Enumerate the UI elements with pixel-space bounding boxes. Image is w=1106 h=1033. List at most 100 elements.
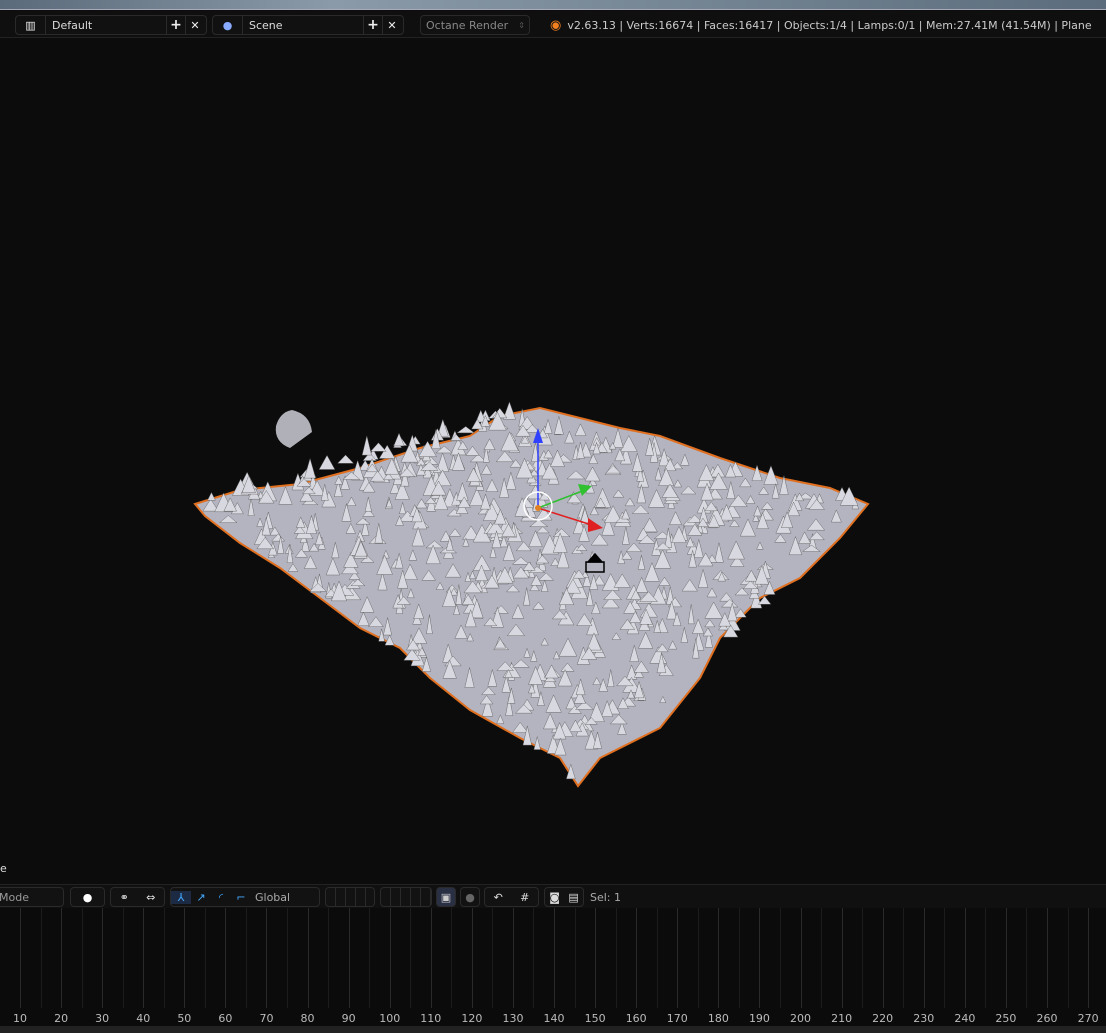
timeline-tick-label: 60 (218, 1012, 233, 1025)
timeline-tick-label: 270 (1077, 1012, 1099, 1025)
layout-icon[interactable]: ▥ (16, 16, 46, 34)
render-group[interactable]: ◙ ▤ (544, 887, 584, 907)
dropdown-arrows-icon: ⇕ (518, 20, 525, 30)
timeline-tick-label: 30 (95, 1012, 110, 1025)
timeline-tick-label: 210 (831, 1012, 853, 1025)
timeline-tick-label: 160 (625, 1012, 647, 1025)
timeline-subtick (903, 908, 905, 1008)
scene-selector[interactable]: ● Scene + ✕ (212, 15, 404, 35)
3d-viewport[interactable]: e (0, 38, 1106, 884)
timeline-subtick (286, 908, 288, 1008)
timeline-subtick (738, 908, 740, 1008)
timeline-tick (266, 908, 268, 1008)
orientation-dropdown[interactable]: Global (255, 891, 290, 904)
timeline-tick (841, 908, 843, 1008)
timeline-tick (595, 908, 597, 1008)
layers-group-1[interactable] (325, 887, 375, 907)
proportional-edit-icon[interactable]: ● (460, 887, 480, 907)
mesh-spike (456, 426, 475, 434)
timeline-tick (800, 908, 802, 1008)
timeline-tick-label: 150 (584, 1012, 606, 1025)
timeline-tick-label: 70 (259, 1012, 274, 1025)
layers-group-2[interactable] (380, 887, 432, 907)
timeline-tick (677, 908, 679, 1008)
pivot-icon: ⚭ (119, 890, 129, 904)
delete-scene-button[interactable]: ✕ (383, 16, 401, 34)
timeline-tick-label: 100 (379, 1012, 401, 1025)
timeline-tick (1088, 908, 1090, 1008)
timeline-tick (471, 908, 473, 1008)
timeline-tick (225, 908, 227, 1008)
timeline-tick (512, 908, 514, 1008)
timeline-subtick (451, 908, 453, 1008)
timeline-tick (554, 908, 556, 1008)
manipulator-icon[interactable]: ⅄ (171, 890, 191, 904)
timeline-subtick (533, 908, 535, 1008)
lock-layers-icon[interactable]: ▣ (436, 887, 456, 907)
layout-name[interactable]: Default (52, 19, 166, 32)
translate-icon[interactable]: ↗ (191, 891, 211, 904)
pivot-point-dropdown[interactable]: ⚭ ⇔ (110, 887, 165, 907)
scale-icon[interactable]: ⌐ (231, 891, 251, 904)
viewport-shading-dropdown[interactable]: ● (70, 887, 105, 907)
snap-magnet-icon[interactable]: ↶ (494, 891, 503, 904)
info-header: ▥ Default + ✕ ● Scene + ✕ Octane Render … (0, 11, 1106, 38)
cone-object (275, 410, 312, 448)
timeline-tick-label: 140 (543, 1012, 565, 1025)
delete-layout-button[interactable]: ✕ (186, 16, 204, 34)
timeline-tick-label: 240 (954, 1012, 976, 1025)
add-scene-button[interactable]: + (363, 16, 383, 34)
timeline-subtick (656, 908, 658, 1008)
render-animation-icon[interactable]: ▤ (568, 891, 578, 904)
timeline-tick-label: 200 (790, 1012, 812, 1025)
timeline[interactable]: 10 20 30 40 50 60 70 80 90 100 110 120 130 140 150 160 1… (0, 908, 1106, 1033)
mode-dropdown[interactable]: Mode (0, 887, 64, 907)
manipulator-toggle-icon[interactable]: ⇔ (146, 891, 155, 904)
blender-logo-icon: ◉ (550, 17, 562, 33)
timeline-subtick (410, 908, 412, 1008)
timeline-tick (61, 908, 63, 1008)
scene-stats: v2.63.13 | Verts:16674 | Faces:16417 | O… (567, 18, 1092, 32)
mesh-spike (361, 435, 372, 456)
rotate-icon[interactable]: ◜ (211, 891, 231, 904)
timeline-tick (389, 908, 391, 1008)
mesh-spike (304, 457, 316, 479)
timeline-tick (307, 908, 309, 1008)
timeline-tick-label: 120 (461, 1012, 483, 1025)
timeline-subtick (81, 908, 83, 1008)
add-layout-button[interactable]: + (166, 16, 186, 34)
mesh-spike (370, 442, 387, 452)
timeline-tick (102, 908, 104, 1008)
timeline-tick-label: 50 (177, 1012, 192, 1025)
timeline-subtick (328, 908, 330, 1008)
timeline-tick-label: 250 (995, 1012, 1017, 1025)
timeline-subtick (985, 908, 987, 1008)
render-engine-value: Octane Render (426, 18, 509, 32)
timeline-subtick (697, 908, 699, 1008)
timeline-tick-label: 20 (54, 1012, 69, 1025)
timeline-tick (882, 908, 884, 1008)
snap-element-icon[interactable]: # (520, 891, 529, 904)
scene-render (193, 401, 870, 788)
scene-icon[interactable]: ● (213, 16, 243, 34)
timeline-subtick (821, 908, 823, 1008)
timeline-subtick (574, 908, 576, 1008)
render-still-icon[interactable]: ◙ (549, 891, 560, 904)
snap-group[interactable]: ↶ # (484, 887, 539, 907)
timeline-subtick (204, 908, 206, 1008)
timeline-tick-label: 90 (341, 1012, 356, 1025)
layout-selector[interactable]: ▥ Default + ✕ (15, 15, 207, 35)
timeline-tick (430, 908, 432, 1008)
timeline-subtick (944, 908, 946, 1008)
timeline-subtick (862, 908, 864, 1008)
timeline-subtick (492, 908, 494, 1008)
scene-name[interactable]: Scene (249, 19, 363, 32)
mesh-spike (393, 432, 405, 447)
mesh-spike (318, 454, 336, 470)
timeline-tick-label: 180 (707, 1012, 729, 1025)
render-engine-dropdown[interactable]: Octane Render ⇕ (420, 15, 530, 35)
selection-count: Sel: 1 (590, 891, 622, 904)
timeline-scrollbar[interactable] (0, 1026, 1106, 1033)
timeline-tick-label: 40 (136, 1012, 151, 1025)
timeline-subtick (779, 908, 781, 1008)
